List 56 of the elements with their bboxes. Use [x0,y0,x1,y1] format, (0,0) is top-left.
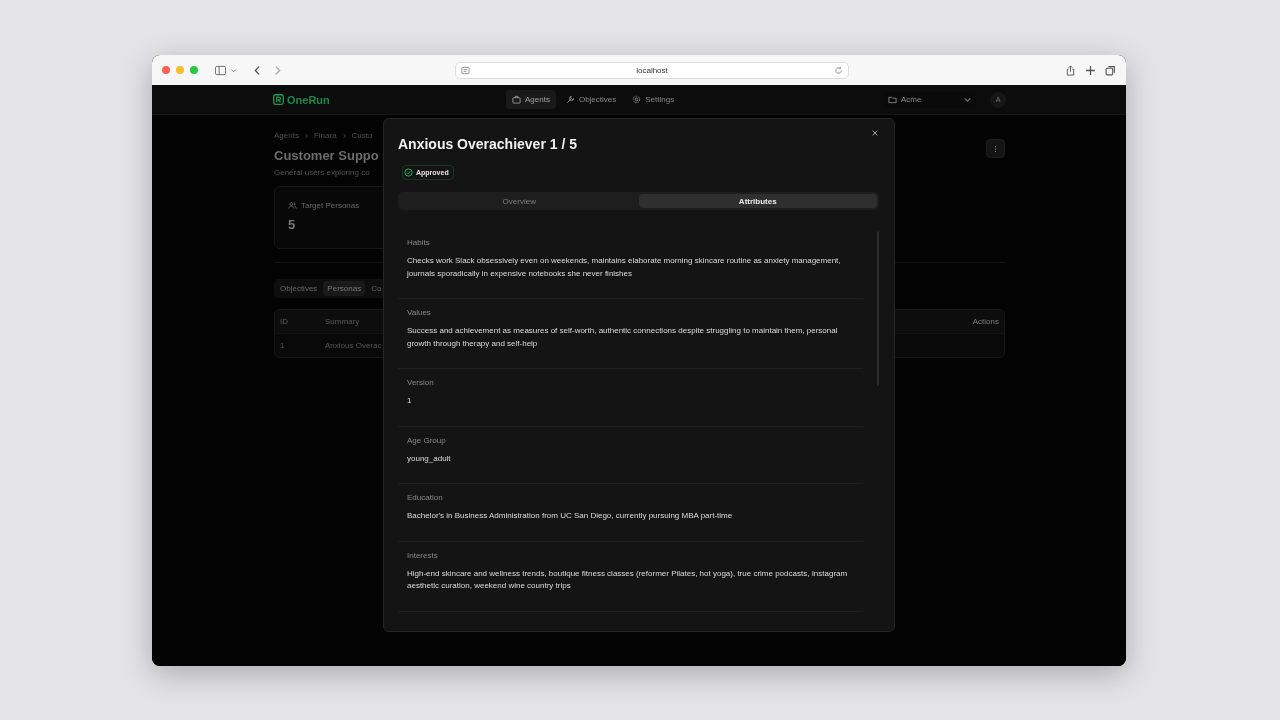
attribute-label: Habits [407,238,431,248]
zoom-window-button[interactable] [190,66,198,74]
tab[interactable]: Overview [400,194,639,208]
app-name: OneRun [287,93,330,106]
wrench-icon [565,95,575,104]
reload-icon[interactable] [834,65,843,75]
column-header: Actions [972,317,999,326]
breadcrumb-link[interactable]: Custo [351,131,373,140]
logo-icon [273,94,284,105]
table-cell-text: 1 [280,341,286,350]
attribute-value: Bachelor's in Business Administration from UC San Diego, currently pursuing MBA part-time [407,510,734,522]
nav-link[interactable]: Agents [506,90,556,109]
breadcrumb-link[interactable]: Agents [274,131,299,140]
sidebar-icon[interactable] [215,64,226,76]
tab[interactable]: Personas [323,281,366,296]
column-header: ID [280,317,289,326]
dialog-title: Anxious Overachiever 1 / 5 [398,136,577,152]
settings-icon [632,95,642,104]
stat-value: 5 [288,217,297,232]
stat-label: Target Personas [301,201,360,210]
page-subtitle: General users exploring co [274,168,370,177]
close-icon[interactable] [871,129,879,137]
page-icon [461,65,470,75]
tabs-icon[interactable] [1105,64,1116,76]
new-tab-icon[interactable] [1085,64,1096,76]
tab[interactable]: Co [367,281,386,296]
attribute-label: Education [407,493,444,503]
tab[interactable]: Attributes [638,194,877,208]
nav-link[interactable]: Objectives [559,90,623,109]
attribute-value: Checks work Slack obsessively even on weekends, maintains elaborate morning skincare routine as anxiety management, journals sporadically in expensive notebooks she never finishes [407,255,842,280]
address-bar[interactable]: localhost [455,61,849,79]
attribute-label: Values [407,308,432,318]
folder-icon [888,95,897,104]
minimize-window-button[interactable] [176,66,184,74]
more-icon [994,144,997,153]
chevron-down-icon[interactable] [230,66,237,74]
briefcase-icon [512,95,521,104]
table-cell: Anxious Overac [325,341,382,350]
column-header: Summary [325,317,360,326]
chevron-right-icon [303,132,309,139]
attribute-label: Age Group [407,435,447,446]
nav-link[interactable]: Settings [626,90,681,109]
chevron-right-icon [341,132,347,139]
close-window-button[interactable] [162,66,170,74]
breadcrumb-link[interactable]: Finara [313,131,337,140]
attribute-label: Interests [407,550,439,561]
tab[interactable]: Objectives [276,281,322,296]
attribute-value: 1 [407,395,413,407]
users-icon [288,201,297,210]
attribute-value: young_adult [407,452,452,465]
attribute-value: Success and achievement as measures of self-worth, authentic connections despite struggling to maintain them, personal growth through therapy and self-help [407,325,839,350]
attribute-value: High-end skincare and wellness trends, boutique fitness classes (reformer Pilates, hot yoga), true crime podcasts, Instagram aesthetic curation, weekend wine country trips [407,567,849,592]
share-icon[interactable] [1065,64,1076,76]
page-title: Customer Suppo [274,148,379,163]
chevron-down-icon [963,95,972,104]
attribute-label: Version [407,378,435,388]
